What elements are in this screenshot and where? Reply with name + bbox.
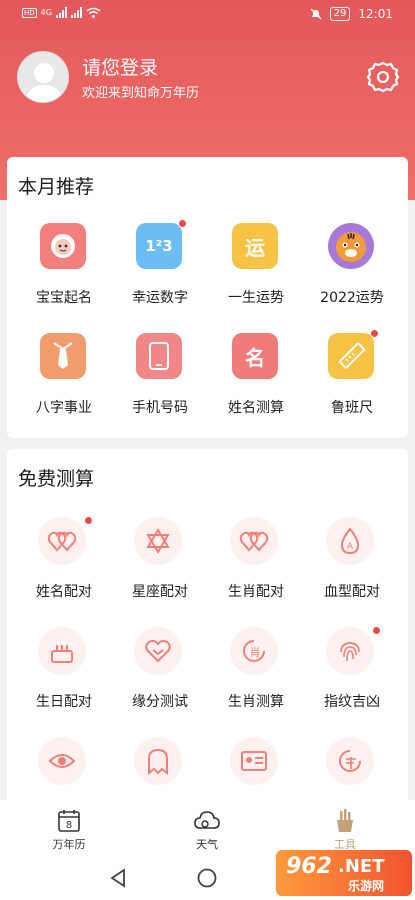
battery-level: 29: [329, 7, 351, 21]
free-calc-card: 免费测算 姓名配对 星座配对 生肖配对 A 血型配对 生日配对 缘分测试 肖 生…: [7, 449, 408, 800]
tab-weather[interactable]: 天气: [172, 808, 242, 852]
item-label: 八字事业: [36, 400, 92, 416]
item-2022-fortune[interactable]: 2022运势: [304, 223, 400, 313]
monthly-title: 本月推荐: [18, 176, 95, 198]
item-label: 指纹吉凶: [324, 694, 380, 710]
item-eye[interactable]: [16, 737, 112, 797]
item-label: 幸运数字: [132, 290, 188, 306]
network-label: 4G: [40, 8, 52, 17]
gear-icon[interactable]: [366, 60, 400, 94]
heart-outline-icon: [134, 627, 182, 675]
watermark-number: 962: [286, 854, 332, 879]
item-fingerprint[interactable]: 指纹吉凶: [304, 626, 400, 717]
login-title[interactable]: 请您登录: [82, 53, 158, 80]
id-card-icon: [230, 737, 278, 785]
item-label: 手机号码: [132, 400, 188, 416]
item-phone-number[interactable]: 手机号码: [112, 333, 208, 423]
fingerprint-icon: [326, 627, 374, 675]
cloud-icon: [194, 811, 220, 829]
site-watermark: 962 .NET 乐游网: [276, 850, 412, 896]
item-label: 宝宝起名: [36, 290, 92, 306]
calendar-icon: 8: [58, 810, 80, 832]
item-label: 星座配对: [132, 584, 188, 600]
item-label: 鲁班尺: [331, 400, 373, 416]
ming-character-icon: 名: [232, 333, 278, 379]
watermark-domain: .NET: [338, 856, 385, 877]
item-bazi-career[interactable]: 八字事业: [16, 333, 112, 423]
item-label: 生肖测算: [228, 694, 284, 710]
user-silhouette-icon: [25, 63, 63, 102]
home-icon[interactable]: [196, 867, 218, 889]
back-icon[interactable]: [108, 867, 128, 889]
tab-calendar[interactable]: 8 万年历: [34, 808, 104, 852]
wifi-icon: [86, 7, 101, 18]
clock: 12:01: [358, 7, 393, 21]
item-ghost[interactable]: [112, 737, 208, 797]
mute-bell-icon: [310, 8, 322, 20]
calendar-day: 8: [66, 820, 72, 831]
free-title: 免费测算: [18, 468, 95, 490]
item-zodiac-calc[interactable]: 肖 生肖测算: [208, 627, 304, 717]
item-chinese-zodiac-match[interactable]: 生肖配对: [208, 517, 304, 607]
item-circle-stamp[interactable]: [304, 737, 400, 797]
item-label: 缘分测试: [132, 694, 188, 710]
blood-drop-icon: A: [326, 517, 374, 565]
item-label: 2022运势: [320, 290, 384, 306]
ruler-icon: [328, 333, 374, 379]
item-id-card[interactable]: [208, 737, 304, 797]
new-badge: [84, 516, 93, 525]
numbers-icon: 1²3: [136, 223, 182, 269]
item-zodiac-sign-match[interactable]: 星座配对: [112, 517, 208, 607]
item-label: 生肖配对: [228, 584, 284, 600]
circle-stamp-icon: [326, 737, 374, 785]
item-label: 姓名配对: [36, 584, 92, 600]
tab-label: 天气: [196, 838, 218, 851]
item-blood-type-match[interactable]: A 血型配对: [304, 517, 400, 607]
svg-text:肖: 肖: [250, 645, 261, 659]
avatar[interactable]: [17, 51, 69, 103]
xiao-character-icon: 肖: [230, 627, 278, 675]
eye-icon: [38, 737, 86, 785]
item-label: 姓名测算: [228, 400, 284, 416]
double-heart-icon: [38, 517, 86, 565]
item-label: 生日配对: [36, 694, 92, 710]
new-badge: [370, 329, 379, 338]
yun-character-icon: 运: [232, 223, 278, 269]
item-label: 一生运势: [228, 290, 284, 306]
star-of-david-icon: [134, 517, 182, 565]
hd-tag: HD: [22, 7, 37, 18]
tab-tools[interactable]: 工具: [310, 808, 380, 852]
item-baby-name[interactable]: 宝宝起名: [16, 223, 112, 313]
watermark-site-name: 乐游网: [348, 879, 385, 893]
bottom-tab-bar: 8 万年历 天气 工具: [0, 800, 415, 855]
item-name-calc[interactable]: 名 姓名测算: [208, 333, 304, 423]
welcome-subtitle: 欢迎来到知命万年历: [82, 86, 200, 101]
tools-icon: [337, 809, 353, 832]
svg-text:A: A: [347, 542, 354, 552]
baby-face-icon: [40, 223, 86, 269]
item-life-fortune[interactable]: 运 一生运势: [208, 223, 304, 313]
item-lucky-number[interactable]: 1²3 幸运数字: [112, 219, 208, 313]
signal-icon: [55, 7, 67, 18]
item-luban-ruler[interactable]: 鲁班尺: [304, 329, 400, 423]
status-bar: HD 4G 29 12:01: [0, 0, 415, 32]
item-label: 血型配对: [324, 584, 380, 600]
monthly-recommend-card: 本月推荐 宝宝起名 1²3 幸运数字 运 一生运势 2022运势 八字事业 手机…: [7, 157, 408, 438]
tab-label: 万年历: [52, 838, 86, 851]
new-badge: [178, 219, 187, 228]
cake-icon: [38, 627, 86, 675]
new-badge: [372, 626, 381, 635]
linked-hearts-icon: [230, 517, 278, 565]
ghost-icon: [134, 737, 182, 785]
item-name-match[interactable]: 姓名配对: [16, 516, 112, 607]
signal-2-icon: [70, 7, 82, 18]
phone-icon: [136, 333, 182, 379]
tiger-icon: [328, 223, 374, 269]
item-fate-test[interactable]: 缘分测试: [112, 627, 208, 717]
item-birthday-match[interactable]: 生日配对: [16, 627, 112, 717]
tie-icon: [40, 333, 86, 379]
